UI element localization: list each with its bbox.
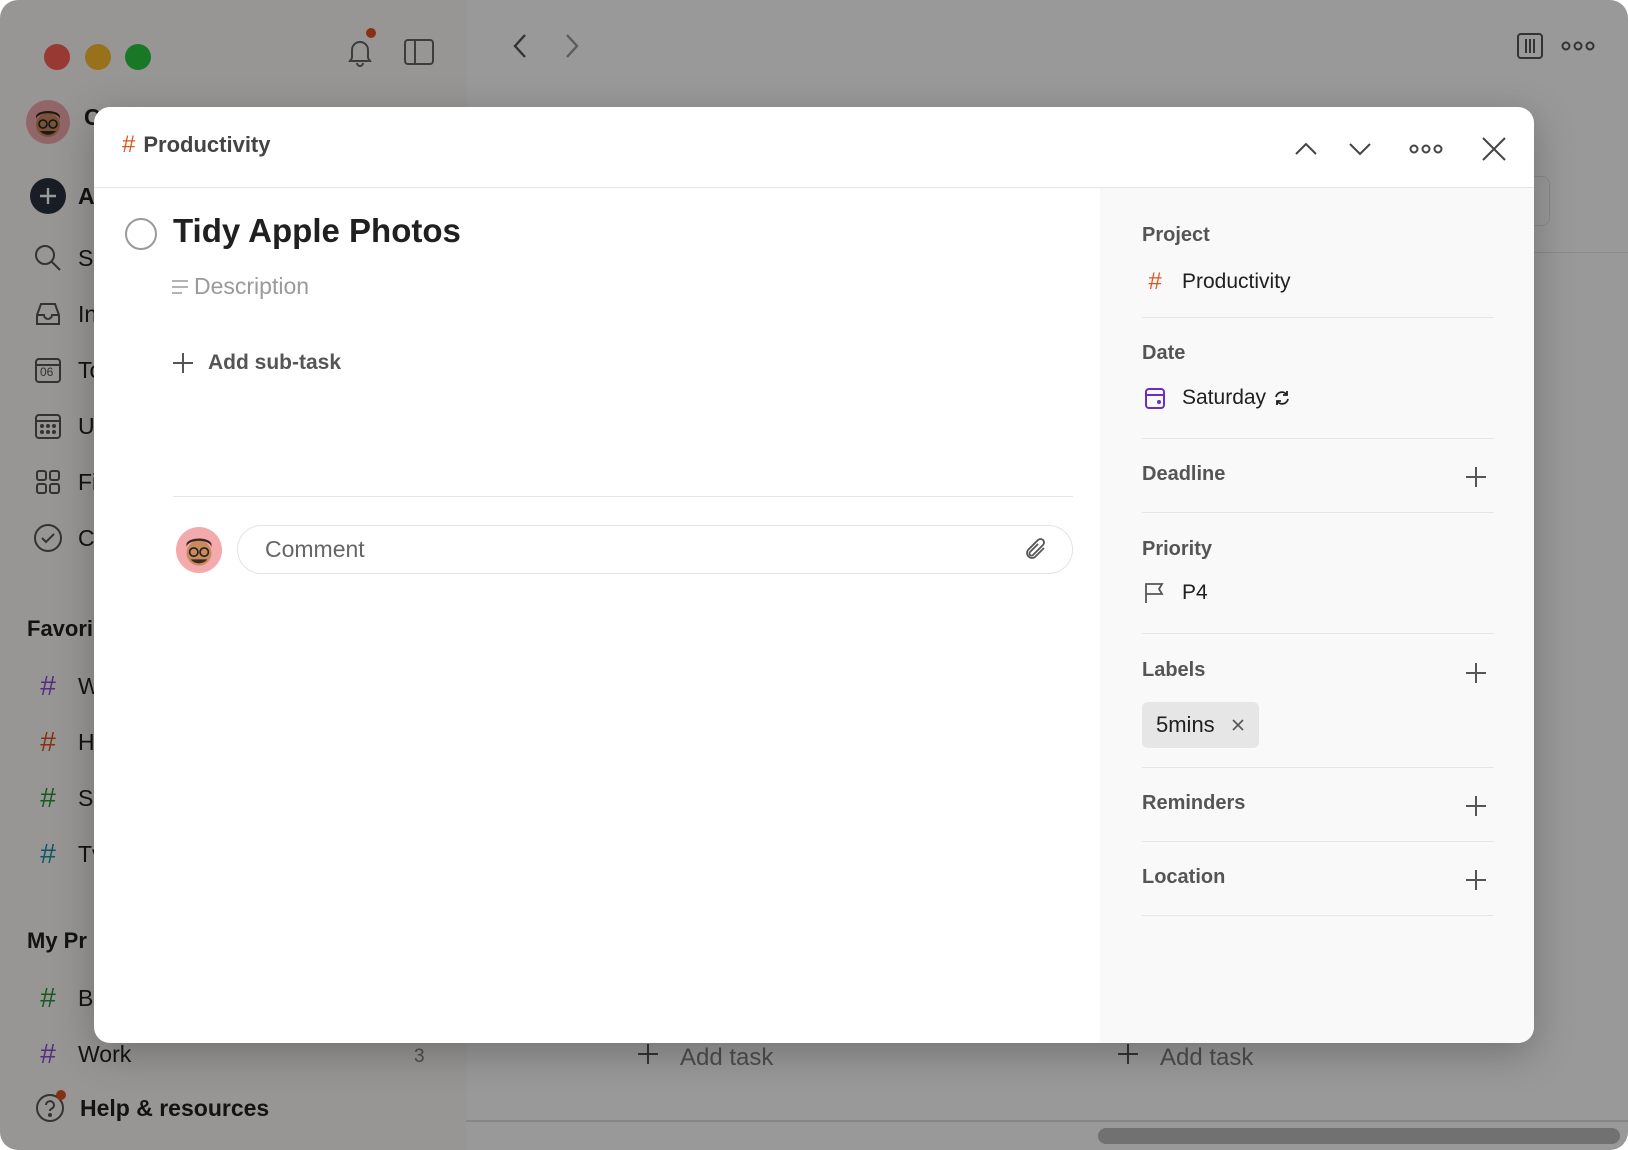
flag-icon: [1142, 581, 1168, 605]
deadline-label: Deadline: [1142, 463, 1226, 485]
previous-task-button[interactable]: [1286, 129, 1326, 169]
label-chip[interactable]: 5mins: [1142, 702, 1259, 748]
paperclip-icon: [1026, 538, 1045, 559]
comment-user-avatar: [176, 527, 222, 573]
task-details-sidebar: Project # Productivity Date Saturday Dea…: [1100, 188, 1534, 1043]
comment-input[interactable]: Comment: [237, 525, 1073, 574]
plus-icon: [1466, 663, 1486, 683]
reminders-section: Reminders: [1142, 768, 1494, 842]
priority-selector[interactable]: P4: [1142, 581, 1208, 605]
add-deadline-button[interactable]: [1462, 463, 1490, 491]
plus-icon: [1466, 467, 1486, 487]
attachment-button[interactable]: [1024, 536, 1050, 564]
date-section: Date Saturday: [1142, 318, 1494, 439]
more-dots-icon: [1409, 144, 1443, 154]
description-lines-icon: [170, 278, 190, 296]
date-selector[interactable]: Saturday: [1142, 386, 1292, 410]
breadcrumb-project-label: Productivity: [143, 132, 271, 157]
plus-icon: [1466, 796, 1486, 816]
project-selector[interactable]: # Productivity: [1142, 268, 1291, 296]
project-label: Project: [1142, 224, 1210, 246]
task-detail-modal: # Productivity Tidy Apple Photos Descrip…: [94, 107, 1534, 1043]
hash-icon: #: [122, 131, 136, 158]
add-location-button[interactable]: [1462, 866, 1490, 894]
labels-section: Labels 5mins: [1142, 634, 1494, 768]
priority-value: P4: [1182, 581, 1208, 604]
comments-divider: [173, 496, 1073, 497]
add-label-button[interactable]: [1462, 659, 1490, 687]
deadline-section: Deadline: [1142, 439, 1494, 513]
chevron-up-icon: [1295, 142, 1317, 155]
modal-header: # Productivity: [94, 107, 1534, 188]
date-label: Date: [1142, 342, 1186, 364]
task-more-actions-button[interactable]: [1406, 129, 1446, 169]
add-subtask-label: Add sub-task: [208, 351, 342, 374]
complete-task-checkbox[interactable]: [125, 218, 157, 250]
date-value: Saturday: [1182, 386, 1267, 409]
add-reminder-button[interactable]: [1462, 792, 1490, 820]
priority-section: Priority P4: [1142, 513, 1494, 634]
project-value: Productivity: [1182, 270, 1291, 293]
memoji-avatar-icon: [186, 538, 212, 566]
task-title[interactable]: Tidy Apple Photos: [173, 212, 461, 250]
reminders-label: Reminders: [1142, 792, 1246, 814]
description-field[interactable]: Description: [170, 273, 309, 300]
recurring-icon: [1272, 389, 1292, 407]
remove-label-button[interactable]: [1231, 718, 1245, 732]
location-section: Location: [1142, 842, 1494, 916]
label-chip-text: 5mins: [1156, 712, 1215, 737]
hash-icon: #: [1148, 268, 1162, 295]
description-placeholder: Description: [194, 273, 310, 299]
close-icon: [1482, 137, 1506, 161]
breadcrumb-project[interactable]: # Productivity: [122, 131, 271, 159]
location-label: Location: [1142, 866, 1226, 888]
priority-label: Priority: [1142, 538, 1213, 560]
plus-icon: [1466, 870, 1486, 890]
task-main-panel: Tidy Apple Photos Description Add sub-ta…: [94, 188, 1100, 1043]
close-icon: [1232, 719, 1244, 731]
plus-icon: [172, 352, 194, 374]
labels-label: Labels: [1142, 659, 1206, 681]
chevron-down-icon: [1349, 143, 1371, 156]
project-section: Project # Productivity: [1142, 188, 1494, 318]
calendar-icon: [1142, 386, 1168, 410]
next-task-button[interactable]: [1340, 129, 1380, 169]
close-modal-button[interactable]: [1474, 129, 1514, 169]
comment-placeholder: Comment: [265, 536, 365, 562]
add-subtask-button[interactable]: Add sub-task: [172, 351, 341, 375]
